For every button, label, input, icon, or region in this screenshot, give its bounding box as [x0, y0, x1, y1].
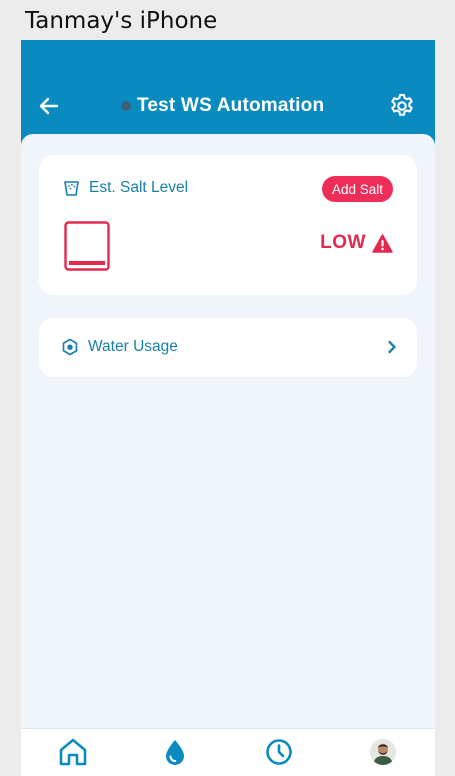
salt-level-status: LOW	[320, 232, 393, 254]
home-icon	[59, 738, 87, 766]
device-title: Test WS Automation	[121, 94, 324, 118]
nav-history[interactable]	[261, 735, 297, 769]
water-usage-card[interactable]: Water Usage	[39, 318, 417, 377]
user-avatar	[370, 739, 396, 765]
hexagon-icon	[62, 338, 78, 356]
clock-icon	[266, 739, 292, 765]
water-usage-header: Water Usage	[61, 338, 178, 356]
salt-level-label: Est. Salt Level	[89, 179, 189, 196]
salt-level-card: Est. Salt Level Add Salt LOW	[39, 155, 417, 295]
main-content: Est. Salt Level Add Salt LOW Water Usage	[21, 134, 435, 728]
salt-tank-icon	[64, 221, 110, 271]
bottom-nav	[21, 728, 435, 776]
add-salt-button[interactable]: Add Salt	[321, 176, 393, 202]
salt-level-fill	[69, 261, 105, 265]
status-dot	[121, 101, 131, 111]
water-drop-icon	[166, 740, 184, 765]
nav-profile[interactable]	[365, 735, 401, 769]
salt-level-header: Est. Salt Level	[63, 179, 188, 197]
nav-home[interactable]	[55, 735, 91, 769]
phone-screen: Test WS Automation Est. Salt Level Add S…	[21, 40, 435, 776]
back-button[interactable]	[35, 92, 63, 120]
arrow-left-icon	[39, 97, 59, 115]
app-header: Test WS Automation	[21, 40, 435, 140]
window-title: Tanmay's iPhone	[25, 8, 218, 34]
salt-level-value: LOW	[320, 232, 366, 253]
gear-icon	[391, 93, 413, 116]
warning-triangle-icon	[372, 233, 393, 253]
nav-water[interactable]	[157, 735, 193, 769]
water-usage-label: Water Usage	[88, 338, 178, 355]
settings-button[interactable]	[387, 91, 417, 121]
salt-cup-icon	[64, 180, 79, 196]
page-title: Test WS Automation	[137, 95, 325, 116]
chevron-right-icon	[388, 340, 396, 354]
